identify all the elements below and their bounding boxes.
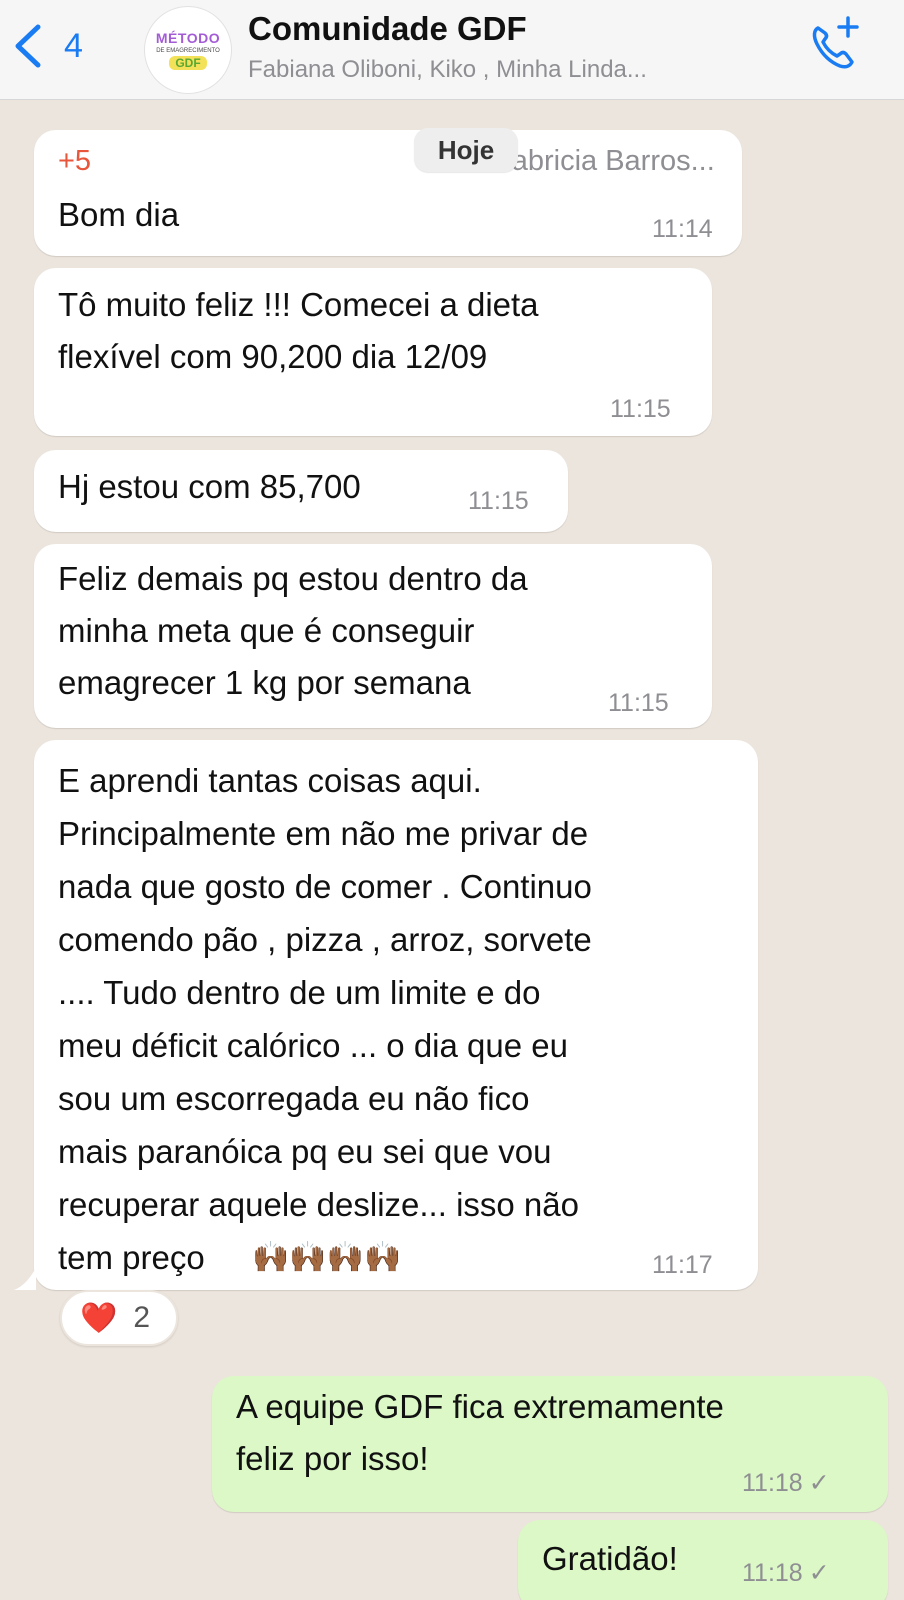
message-text: feliz por isso! xyxy=(236,1440,429,1477)
unread-count: 4 xyxy=(64,26,83,65)
message-text: mais paranóica pq eu sei que vou xyxy=(58,1133,552,1170)
message-text: minha meta que é conseguir xyxy=(58,612,475,649)
logo-line-3: GDF xyxy=(169,55,207,70)
reaction-count: 2 xyxy=(133,1301,151,1334)
time-text: 11:18 xyxy=(742,1559,803,1587)
message-bubble[interactable]: Hj estou com 85,700 11:15 xyxy=(34,450,568,532)
message-text: emagrecer 1 kg por semana xyxy=(58,664,471,701)
message-text: meu déficit calórico ... o dia que eu xyxy=(58,1027,568,1064)
message-text: Principalmente em não me privar de xyxy=(58,815,589,852)
outgoing-message-bubble[interactable]: Gratidão! 11:18 ✓ xyxy=(518,1520,888,1600)
message-text: Tô muito feliz !!! Comecei a dieta xyxy=(58,286,539,323)
message-time: 11:15 xyxy=(608,689,669,717)
message-time: 11:17 xyxy=(652,1251,713,1279)
chat-header: 4 MÉTODO DE EMAGRECIMENTO GDF Comunidade… xyxy=(0,0,904,100)
sender-name: Fabricia Barros... xyxy=(494,145,715,177)
message-bubble[interactable]: E aprendi tantas coisas aqui. Principalm… xyxy=(34,740,758,1290)
sender-extra: +5 xyxy=(58,145,92,177)
message-text: Hj estou com 85,700 xyxy=(58,468,361,505)
message-text: sou um escorregada eu não fico xyxy=(58,1080,530,1117)
date-chip: Hoje xyxy=(414,128,518,172)
message-text: nada que gosto de comer . Continuo xyxy=(58,868,592,905)
message-text: A equipe GDF fica extremamente xyxy=(236,1388,724,1425)
message-text: Bom dia xyxy=(58,196,180,233)
clapping-hands-emoji: 🙌🏾🙌🏾🙌🏾🙌🏾 xyxy=(252,1241,402,1274)
chevron-left-icon xyxy=(15,24,41,68)
message-text: tem preço xyxy=(58,1239,205,1276)
message-time: 11:15 xyxy=(610,395,671,423)
group-avatar[interactable]: MÉTODO DE EMAGRECIMENTO GDF xyxy=(144,6,232,94)
time-text: 11:18 xyxy=(742,1469,803,1497)
bubble-tail xyxy=(14,1268,36,1290)
message-time: 11:18 ✓ xyxy=(742,1468,830,1498)
add-call-button[interactable] xyxy=(804,14,864,74)
logo-line-2: DE EMAGRECIMENTO xyxy=(156,47,220,54)
check-icon: ✓ xyxy=(808,1469,830,1497)
message-time: 11:15 xyxy=(468,487,529,515)
message-text: Feliz demais pq estou dentro da xyxy=(58,560,528,597)
heart-icon: ❤️ xyxy=(80,1301,118,1335)
back-button[interactable]: 4 xyxy=(12,18,102,74)
add-call-icon xyxy=(812,16,859,69)
reaction-badge[interactable]: ❤️ 2 xyxy=(60,1290,178,1346)
logo-line-1: MÉTODO xyxy=(155,29,221,46)
chat-title[interactable]: Comunidade GDF xyxy=(248,10,527,48)
message-bubble[interactable]: Tô muito feliz !!! Comecei a dieta flexí… xyxy=(34,268,712,436)
message-time: 11:18 ✓ xyxy=(742,1558,830,1588)
check-icon: ✓ xyxy=(808,1559,830,1587)
message-text: E aprendi tantas coisas aqui. xyxy=(58,762,482,799)
message-text: recuperar aquele deslize... isso não xyxy=(58,1186,579,1223)
message-bubble[interactable]: Feliz demais pq estou dentro da minha me… xyxy=(34,544,712,728)
message-text: Gratidão! xyxy=(542,1540,678,1577)
chat-participants[interactable]: Fabiana Oliboni, Kiko , Minha Linda... xyxy=(248,56,647,84)
message-bubble[interactable]: +5 Fabricia Barros... Bom dia 11:14 xyxy=(34,130,742,256)
outgoing-message-bubble[interactable]: A equipe GDF fica extremamente feliz por… xyxy=(212,1376,888,1512)
message-text: comendo pão , pizza , arroz, sorvete xyxy=(58,921,592,958)
message-text: flexível com 90,200 dia 12/09 xyxy=(58,338,488,375)
message-time: 11:14 xyxy=(652,215,713,243)
message-text: .... Tudo dentro de um limite e do xyxy=(58,974,541,1011)
